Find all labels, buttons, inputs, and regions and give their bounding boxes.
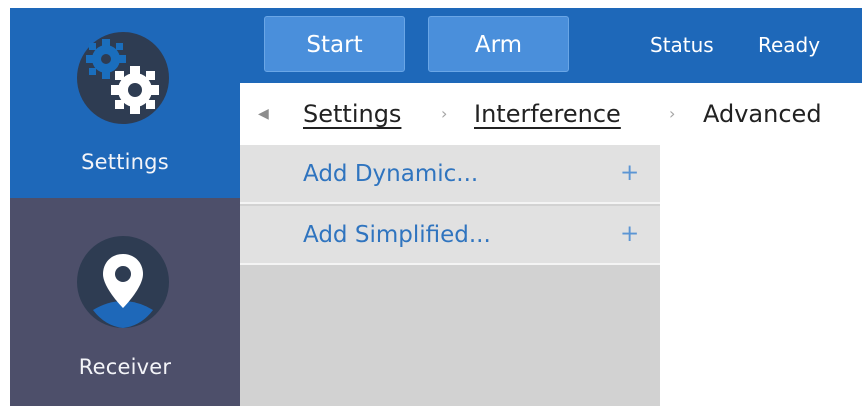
breadcrumb-current: Advanced: [703, 100, 822, 128]
sidebar: Settings Receiver: [10, 8, 240, 406]
add-simplified-item[interactable]: Add Simplified... +: [240, 206, 660, 265]
content-area: [660, 145, 862, 406]
plus-icon[interactable]: +: [620, 145, 639, 202]
back-arrow-icon[interactable]: ◀: [258, 83, 269, 145]
chevron-right-icon: ›: [669, 104, 676, 123]
plus-icon[interactable]: +: [620, 206, 639, 263]
sidebar-item-settings[interactable]: Settings: [10, 8, 240, 198]
arm-button[interactable]: Arm: [428, 16, 569, 72]
status-label: Status: [650, 33, 714, 57]
gear-icon: [77, 32, 169, 124]
sidebar-item-label: Settings: [81, 150, 169, 174]
menu-item-label: Add Dynamic...: [303, 161, 479, 187]
menu-panel: Add Dynamic... + Add Simplified... +: [240, 145, 660, 406]
sidebar-item-label: Receiver: [78, 355, 172, 379]
location-pin-icon: [77, 236, 169, 328]
start-button[interactable]: Start: [264, 16, 405, 72]
menu-item-label: Add Simplified...: [303, 222, 491, 248]
status-value: Ready: [758, 33, 821, 57]
sidebar-item-receiver[interactable]: Receiver: [10, 198, 240, 406]
app-window: Settings Receiver Start Arm Status Ready…: [10, 8, 862, 406]
breadcrumb-settings[interactable]: Settings: [303, 83, 401, 145]
chevron-right-icon: ›: [441, 104, 448, 123]
breadcrumb: ◀ Settings › Interference › Advanced: [240, 83, 862, 145]
toolbar: Start Arm Status Ready: [240, 8, 862, 83]
breadcrumb-interference[interactable]: Interference: [474, 83, 621, 145]
add-dynamic-item[interactable]: Add Dynamic... +: [240, 145, 660, 204]
